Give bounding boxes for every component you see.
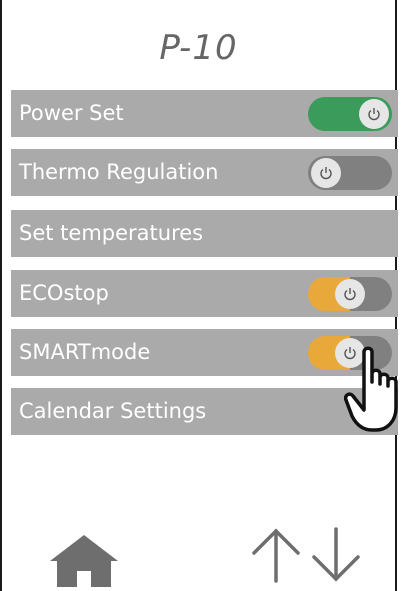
page-title: P-10 xyxy=(159,28,238,68)
menu-item-ecostop[interactable]: ECOstop xyxy=(11,270,398,317)
bottom-nav xyxy=(2,521,395,591)
menu-item-label: Power Set xyxy=(19,101,124,125)
power-set-toggle[interactable] xyxy=(308,97,392,131)
menu-item-set-temperatures[interactable]: Set temperatures xyxy=(11,210,398,257)
menu-item-calendar-settings[interactable]: Calendar Settings xyxy=(11,388,398,435)
power-icon xyxy=(311,158,341,188)
menu-item-power-set[interactable]: Power Set xyxy=(11,90,398,137)
power-icon xyxy=(335,279,365,309)
home-icon[interactable] xyxy=(48,533,120,587)
ecostop-toggle[interactable] xyxy=(308,277,392,311)
menu-item-label: Calendar Settings xyxy=(19,399,207,423)
menu-item-thermo-regulation[interactable]: Thermo Regulation xyxy=(11,149,398,196)
menu-item-label: Thermo Regulation xyxy=(19,160,219,184)
power-icon xyxy=(359,99,389,129)
thermo-regulation-toggle[interactable] xyxy=(308,156,392,190)
menu-item-label: ECOstop xyxy=(19,281,109,305)
arrows-updown-icon[interactable] xyxy=(248,525,364,585)
menu-item-smartmode[interactable]: SMARTmode xyxy=(11,329,398,376)
device-screen: P-10 Power Set Thermo Regulation Set tem… xyxy=(0,0,398,591)
hand-cursor-icon xyxy=(344,346,398,432)
menu-item-label: Set temperatures xyxy=(19,221,204,245)
menu-item-label: SMARTmode xyxy=(19,340,151,364)
